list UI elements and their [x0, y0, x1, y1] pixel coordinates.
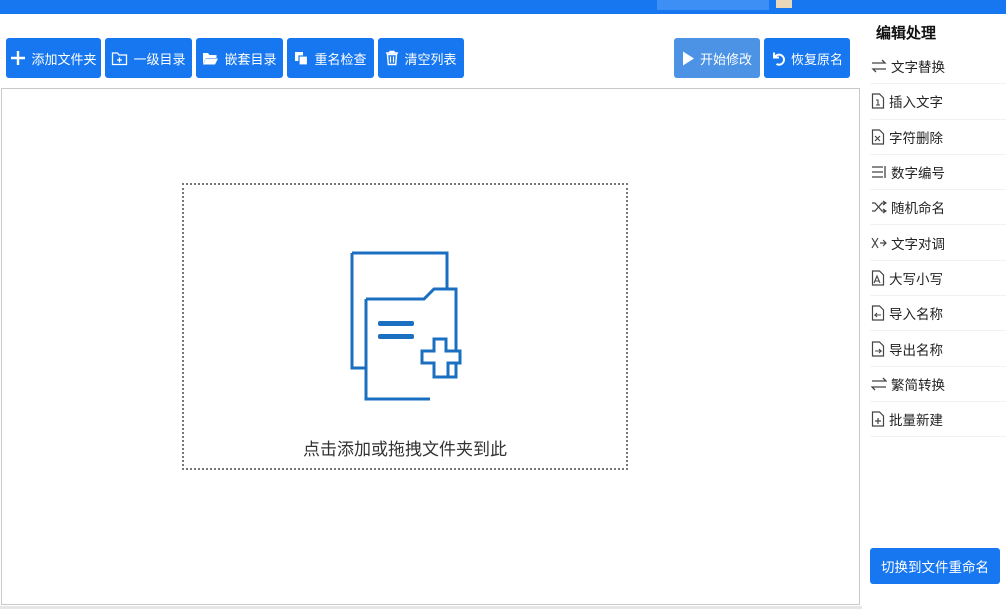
- start-modify-label: 开始修改: [699, 52, 752, 68]
- add-folder-button[interactable]: 添加文件夹: [6, 38, 101, 78]
- switch-to-file-rename-button[interactable]: 切换到文件重命名: [870, 548, 1000, 584]
- menu-item-label: 数字编号: [891, 166, 945, 183]
- swap-arrows-icon: [871, 59, 887, 73]
- undo-icon: [772, 52, 785, 66]
- level1-dir-button[interactable]: 一级目录: [105, 38, 192, 78]
- menu-item-number[interactable]: 数字编号: [870, 155, 1006, 191]
- menu-item-text-replace[interactable]: 文字替换: [870, 49, 1006, 85]
- menu-item-label: 批量新建: [889, 413, 943, 430]
- menu-item-insert-text[interactable]: 插入文字: [870, 84, 1006, 120]
- drop-zone-hint: 点击添加或拖拽文件夹到此: [303, 440, 507, 460]
- clear-list-label: 清空列表: [404, 52, 457, 68]
- add-folder-icon: [350, 251, 462, 401]
- menu-item-char-delete[interactable]: 字符删除: [870, 120, 1006, 155]
- toolbar: 添加文件夹 一级目录 嵌套目录 重名检查 清空列表 开始修改 恢复原名: [0, 14, 860, 88]
- new-doc-icon: [871, 411, 885, 427]
- clear-list-button[interactable]: 清空列表: [378, 38, 464, 78]
- add-folder-label: 添加文件夹: [31, 52, 97, 68]
- plus-icon: [11, 51, 26, 65]
- menu-item-import-names[interactable]: 导入名称: [870, 296, 1006, 332]
- delete-doc-icon: [871, 129, 885, 145]
- exchange-icon: [871, 237, 887, 248]
- menu-item-label: 繁简转换: [891, 377, 945, 394]
- menu-item-random-name[interactable]: 随机命名: [870, 190, 1006, 226]
- nested-dir-button[interactable]: 嵌套目录: [196, 38, 283, 78]
- window-top-bar: [0, 0, 1006, 14]
- menu-item-case[interactable]: 大写小写: [870, 261, 1006, 297]
- edit-panel: 编辑处理 文字替换 插入文字 字符删除 数字编号 随机命名 文字对调 大写小写: [862, 14, 1006, 609]
- folder-open-icon: [203, 52, 219, 64]
- panel-title: 编辑处理: [876, 24, 937, 42]
- menu-item-label: 随机命名: [891, 201, 945, 218]
- nested-dir-label: 嵌套目录: [224, 52, 277, 68]
- level1-dir-label: 一级目录: [133, 52, 186, 68]
- top-bar-marker: [776, 0, 792, 8]
- copy-icon: [295, 51, 309, 66]
- restore-name-button[interactable]: 恢复原名: [764, 38, 850, 78]
- dup-check-label: 重名检查: [314, 52, 367, 68]
- start-modify-button[interactable]: 开始修改: [674, 38, 760, 78]
- restore-name-label: 恢复原名: [790, 52, 843, 68]
- file-list-area[interactable]: 点击添加或拖拽文件夹到此: [1, 88, 860, 605]
- convert-arrows-icon: [871, 377, 887, 391]
- top-bar-tab[interactable]: [657, 0, 769, 10]
- menu-item-label: 导出名称: [889, 342, 943, 359]
- insert-doc-icon: [871, 93, 885, 110]
- menu-item-label: 文字对调: [891, 236, 945, 253]
- menu-item-trad-simp[interactable]: 繁简转换: [870, 367, 1006, 402]
- menu-item-label: 插入文字: [889, 95, 943, 112]
- case-icon: [871, 270, 885, 286]
- menu-item-label: 字符删除: [889, 130, 943, 147]
- edit-menu: 文字替换 插入文字 字符删除 数字编号 随机命名 文字对调 大写小写 导入名称: [870, 49, 1006, 438]
- dup-check-button[interactable]: 重名检查: [287, 38, 374, 78]
- shuffle-icon: [872, 200, 887, 214]
- menu-item-label: 导入名称: [889, 307, 943, 324]
- menu-item-export-names[interactable]: 导出名称: [870, 331, 1006, 367]
- drop-zone[interactable]: 点击添加或拖拽文件夹到此: [182, 183, 628, 470]
- menu-item-label: 文字替换: [891, 60, 945, 77]
- menu-item-label: 大写小写: [889, 271, 943, 288]
- number-list-icon: [872, 166, 886, 179]
- folder-plus-icon: [112, 52, 128, 66]
- trash-icon: [386, 50, 399, 66]
- menu-item-batch-new[interactable]: 批量新建: [870, 402, 1006, 438]
- menu-item-text-swap[interactable]: 文字对调: [870, 225, 1006, 261]
- play-icon: [682, 51, 694, 65]
- export-icon: [871, 340, 885, 357]
- import-icon: [871, 305, 885, 321]
